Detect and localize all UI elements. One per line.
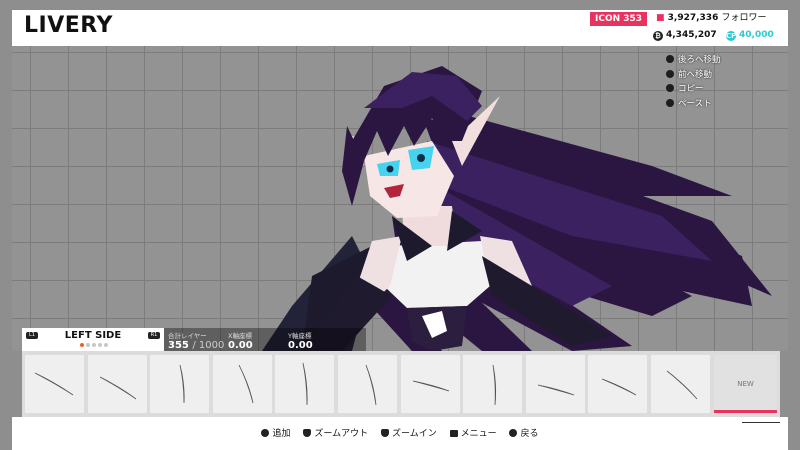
- livery-editor-screen: LIVERY ICON 353 ■ 3,927,336 フォロワー ₿ 4,345…: [0, 0, 800, 450]
- button-hint-bar: 追加 ズームアウト ズームイン メニュー 戻る: [12, 417, 788, 450]
- followers-value: 3,927,336: [667, 13, 719, 23]
- page-title: LIVERY: [24, 13, 113, 38]
- layer-thumbnail[interactable]: [212, 355, 272, 413]
- page-dot: [104, 343, 108, 347]
- shortcut-label: コピー: [678, 84, 704, 94]
- hint-label: ズームアウト: [314, 429, 369, 439]
- r1-button-icon: [666, 69, 674, 78]
- r2-button-icon: [666, 98, 674, 107]
- l1-button-icon: [666, 55, 674, 63]
- shortcut-label: 後ろへ移動: [678, 55, 721, 65]
- r1-next-icon[interactable]: R1: [148, 332, 160, 339]
- layer-thumbnail[interactable]: [25, 355, 84, 413]
- icon-count-badge: ICON 353: [590, 12, 648, 26]
- layer-group-title: LEFT SIDE: [64, 330, 122, 341]
- layer-thumbnail[interactable]: [588, 355, 648, 413]
- hint-back[interactable]: 戻る: [509, 426, 539, 439]
- layer-thumbnail[interactable]: [463, 355, 523, 413]
- l2-button-icon: [666, 84, 674, 92]
- new-layer-label: NEW: [737, 380, 754, 388]
- new-layer-slot[interactable]: NEW: [714, 355, 777, 413]
- layer-thumbnail[interactable]: [150, 355, 210, 413]
- y-coordinate-label: Y軸座標: [288, 332, 312, 340]
- selection-highlight-bar: [714, 410, 777, 413]
- x-coordinate-info: X軸座標 0.00: [228, 330, 253, 352]
- cp-stat: CP 40,000: [726, 29, 774, 41]
- stroke-shape-preview: [537, 384, 574, 396]
- l2-zoom-icon: [303, 429, 312, 437]
- shortcut-move-back[interactable]: 後ろへ移動: [666, 52, 721, 66]
- page-dot: [98, 343, 102, 347]
- total-layers-label: 合計レイヤー: [168, 332, 207, 340]
- button-hints: 追加 ズームアウト ズームイン メニュー 戻る: [12, 426, 788, 439]
- followers-icon: ■: [656, 13, 665, 23]
- layer-thumbnail[interactable]: [651, 355, 710, 413]
- r2-zoom-icon: [380, 429, 389, 437]
- shortcut-copy[interactable]: コピー: [666, 81, 721, 95]
- hint-menu[interactable]: メニュー: [449, 426, 497, 439]
- hint-zoom-out[interactable]: ズームアウト: [303, 426, 368, 439]
- layer-thumbnail[interactable]: [275, 355, 335, 413]
- stroke-shape-preview: [302, 362, 308, 406]
- stroke-shape-preview: [34, 372, 74, 396]
- stroke-shape-preview: [99, 376, 136, 400]
- total-layers-info: 合計レイヤー 355 / 1000: [168, 330, 224, 352]
- top-bar: LIVERY ICON 353 ■ 3,927,336 フォロワー ₿ 4,345…: [12, 10, 788, 46]
- stroke-shape-preview: [602, 378, 637, 396]
- total-layers-max: / 1000: [192, 340, 225, 351]
- x-coordinate-label: X軸座標: [228, 332, 252, 340]
- credits-coin-icon: ₿: [653, 31, 663, 41]
- hint-label: 戻る: [520, 429, 539, 439]
- hint-label: メニュー: [460, 429, 497, 439]
- layer-thumbnail[interactable]: [87, 355, 147, 413]
- stroke-shape-preview: [492, 364, 497, 406]
- followers-label: フォロワー: [721, 13, 767, 23]
- cross-button-icon: [509, 429, 518, 437]
- shortcut-list: 後ろへ移動 前へ移動 コピー ペースト: [666, 52, 721, 110]
- stroke-shape-preview: [412, 380, 449, 392]
- shortcut-label: 前へ移動: [678, 69, 713, 80]
- layer-thumbnail[interactable]: [400, 355, 460, 413]
- layer-info-bar: 合計レイヤー 355 / 1000 X軸座標 0.00 Y軸座標 0.00: [164, 328, 366, 351]
- stroke-shape-preview: [179, 364, 185, 404]
- page-dot: [80, 343, 84, 347]
- page-dot: [92, 343, 96, 347]
- page-dot: [86, 343, 90, 347]
- stroke-shape-preview: [365, 364, 377, 406]
- page-indicator: [80, 343, 108, 347]
- hint-label: ズームイン: [391, 429, 437, 439]
- followers-stat: ■ 3,927,336 フォロワー: [656, 12, 767, 24]
- stroke-shape-preview: [238, 364, 254, 404]
- layer-thumbnail-strip: NEW: [22, 351, 780, 417]
- layer-group-selector[interactable]: L1 LEFT SIDE R1: [22, 328, 164, 351]
- footer-divider: [742, 422, 780, 423]
- options-button-icon: [449, 430, 458, 437]
- coins-value: 4,345,207: [666, 30, 717, 40]
- shortcut-label: ペースト: [678, 98, 712, 109]
- layer-thumbnail[interactable]: [338, 355, 397, 413]
- y-coordinate-info: Y軸座標 0.00: [288, 330, 313, 352]
- hint-add[interactable]: 追加: [261, 426, 291, 439]
- shortcut-paste[interactable]: ペースト: [666, 96, 721, 110]
- layer-thumbnail[interactable]: [525, 355, 585, 413]
- hint-zoom-in[interactable]: ズームイン: [380, 426, 437, 439]
- cp-value: 40,000: [739, 30, 774, 40]
- coins-stat: ₿ 4,345,207: [653, 29, 717, 41]
- total-layers-value: 355: [168, 340, 189, 351]
- circle-button-icon: [261, 429, 270, 437]
- cp-coin-icon: CP: [726, 31, 737, 41]
- shortcut-move-front[interactable]: 前へ移動: [666, 67, 721, 81]
- stroke-shape-preview: [666, 370, 698, 400]
- hint-label: 追加: [272, 429, 291, 439]
